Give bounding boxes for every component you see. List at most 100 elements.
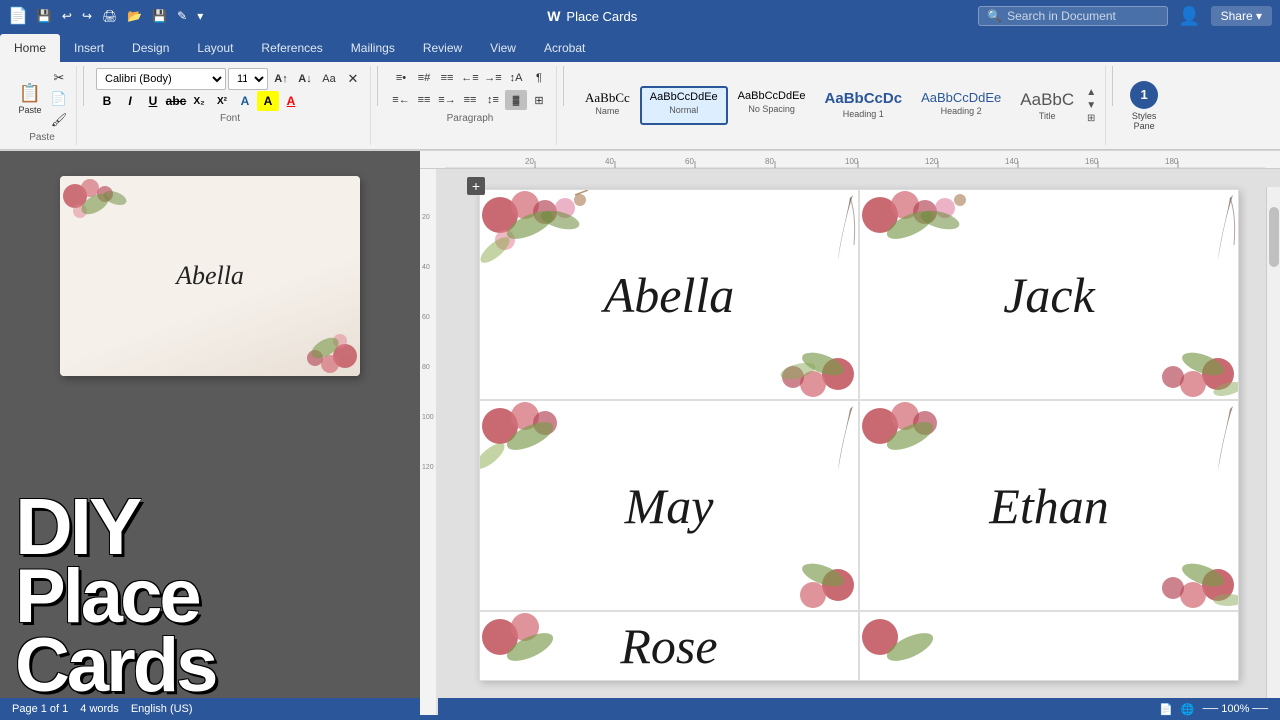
floral-tl-may xyxy=(480,401,600,491)
strikethrough-button[interactable]: abc xyxy=(165,91,187,111)
paste-button[interactable]: 📋 Paste xyxy=(14,81,46,117)
borders-button[interactable]: ⊞ xyxy=(528,90,550,110)
clear-format-button[interactable]: ✕ xyxy=(342,69,364,89)
align-right-button[interactable]: ≡→ xyxy=(436,90,458,110)
title-bar-center: W Place Cards xyxy=(547,8,637,24)
style-heading1[interactable]: AaBbCcDc Heading 1 xyxy=(816,86,912,125)
document-page: + xyxy=(479,189,1239,681)
styles-nav-down[interactable]: ▼ xyxy=(1086,100,1096,111)
save2-button[interactable]: 💾 xyxy=(149,7,170,25)
ribbon-tabs: Home Insert Design Layout References Mai… xyxy=(0,32,1280,62)
tab-layout[interactable]: Layout xyxy=(183,34,247,62)
separator-3 xyxy=(563,66,564,106)
user-avatar[interactable]: 👤 xyxy=(1178,6,1200,27)
increase-indent-button[interactable]: →≡ xyxy=(482,68,504,88)
left-panel: Abella DIY Place Cards xyxy=(0,151,420,715)
open-button[interactable]: 📂 xyxy=(124,7,145,25)
separator-2 xyxy=(377,66,378,106)
scrollbar[interactable] xyxy=(1266,187,1280,715)
tab-home[interactable]: Home xyxy=(0,34,60,62)
bullets-button[interactable]: ≡• xyxy=(390,68,412,88)
line-spacing-button[interactable]: ↕≡ xyxy=(482,90,504,110)
save-button[interactable]: 💾 xyxy=(34,7,55,25)
search-input[interactable] xyxy=(1007,9,1157,23)
superscript-button[interactable]: X² xyxy=(211,91,233,111)
paste-group: 📋 Paste ✂ 📄 🖌 Paste xyxy=(8,66,77,145)
floral-tl-empty xyxy=(860,612,980,681)
zoom-control[interactable]: ── 100% ── xyxy=(1203,703,1268,715)
tab-review[interactable]: Review xyxy=(409,34,476,62)
change-case-button[interactable]: Aa xyxy=(318,69,340,89)
show-hide-button[interactable]: ¶ xyxy=(528,68,550,88)
style-name-preview: AaBbCc xyxy=(585,90,630,106)
font-controls: Calibri (Body) 11 A↑ A↓ Aa ✕ B I U abc X… xyxy=(96,68,364,111)
print-button[interactable]: 🖨 xyxy=(99,7,120,25)
sort-button[interactable]: ↕A xyxy=(505,68,527,88)
style-nospacing[interactable]: AaBbCcDdEe No Spacing xyxy=(729,86,815,125)
font-size-select[interactable]: 11 xyxy=(228,68,268,90)
tab-design[interactable]: Design xyxy=(118,34,183,62)
feather-tr-jack xyxy=(1178,190,1238,280)
styles-expand[interactable]: ⊞ xyxy=(1087,113,1095,124)
increase-font-button[interactable]: A↑ xyxy=(270,69,292,89)
clipboard-sub: ✂ 📄 🖌 xyxy=(48,68,70,130)
style-heading2-preview: AaBbCcDdEe xyxy=(921,90,1001,106)
check-button[interactable]: ✎ xyxy=(174,7,190,25)
paste-icon: 📋 xyxy=(19,83,41,104)
tab-references[interactable]: References xyxy=(247,34,336,62)
add-row-button[interactable]: + xyxy=(467,177,485,195)
place-cards-grid: Abella xyxy=(479,189,1239,681)
view-mode-print[interactable]: 📄 xyxy=(1159,703,1173,716)
style-heading2[interactable]: AaBbCcDdEe Heading 2 xyxy=(912,86,1010,125)
undo-button[interactable]: ↩ xyxy=(59,7,75,25)
font-group-label: Font xyxy=(220,113,240,124)
subscript-button[interactable]: X₂ xyxy=(188,91,210,111)
style-name[interactable]: AaBbCc Name xyxy=(576,86,639,125)
decrease-font-button[interactable]: A↓ xyxy=(294,69,316,89)
copy-button[interactable]: 📄 xyxy=(48,89,70,109)
tab-acrobat[interactable]: Acrobat xyxy=(530,34,599,62)
page-content: + xyxy=(479,189,1239,681)
diy-text: DIY xyxy=(15,491,405,563)
text-effect-button[interactable]: A xyxy=(234,91,256,111)
scrollbar-thumb[interactable] xyxy=(1269,207,1279,267)
multilevel-list-button[interactable]: ≡≡ xyxy=(436,68,458,88)
justify-button[interactable]: ≡≡ xyxy=(459,90,481,110)
align-left-button[interactable]: ≡← xyxy=(390,90,412,110)
floral-tl-ethan xyxy=(860,401,980,491)
search-bar[interactable]: 🔍 xyxy=(978,6,1168,26)
doc-content: + xyxy=(438,169,1280,715)
redo-button[interactable]: ↪ xyxy=(79,7,95,25)
decrease-indent-button[interactable]: ←≡ xyxy=(459,68,481,88)
share-button[interactable]: Home Share ▾ xyxy=(1211,6,1272,26)
title-bar-left: 📄 💾 ↩ ↪ 🖨 📂 💾 ✎ ▾ xyxy=(8,6,206,26)
underline-button[interactable]: U xyxy=(142,91,164,111)
bold-button[interactable]: B xyxy=(96,91,118,111)
place-card-thumbnail: Abella xyxy=(60,176,360,376)
numbering-button[interactable]: ≡# xyxy=(413,68,435,88)
cut-button[interactable]: ✂ xyxy=(48,68,70,88)
place-card-empty xyxy=(859,611,1239,681)
tab-view[interactable]: View xyxy=(476,34,530,62)
styles-nav[interactable]: ▲ ▼ ⊞ xyxy=(1083,87,1099,124)
font-color-button[interactable]: A xyxy=(280,91,302,111)
style-title[interactable]: AaBbC Title xyxy=(1011,86,1083,125)
shading-button[interactable]: ▓ xyxy=(505,90,527,110)
style-title-preview: AaBbC xyxy=(1020,90,1074,110)
title-bar-right: 🔍 👤 Home Share ▾ xyxy=(978,6,1272,27)
more-button[interactable]: ▾ xyxy=(194,7,206,25)
tab-mailings[interactable]: Mailings xyxy=(337,34,409,62)
svg-text:20: 20 xyxy=(422,214,430,221)
styles-nav-up[interactable]: ▲ xyxy=(1086,87,1096,98)
svg-text:60: 60 xyxy=(685,157,694,166)
doc-area: 20 40 60 80 100 120 + xyxy=(420,169,1280,715)
italic-button[interactable]: I xyxy=(119,91,141,111)
format-painter-button[interactable]: 🖌 xyxy=(48,110,70,130)
tab-insert[interactable]: Insert xyxy=(60,34,118,62)
view-mode-web[interactable]: 🌐 xyxy=(1181,703,1195,716)
align-center-button[interactable]: ≡≡ xyxy=(413,90,435,110)
ribbon-content: 📋 Paste ✂ 📄 🖌 Paste Calibri (Body) xyxy=(0,62,1280,150)
font-family-select[interactable]: Calibri (Body) xyxy=(96,68,226,90)
style-normal[interactable]: AaBbCcDdEe Normal xyxy=(640,86,728,125)
highlight-button[interactable]: A xyxy=(257,91,279,111)
